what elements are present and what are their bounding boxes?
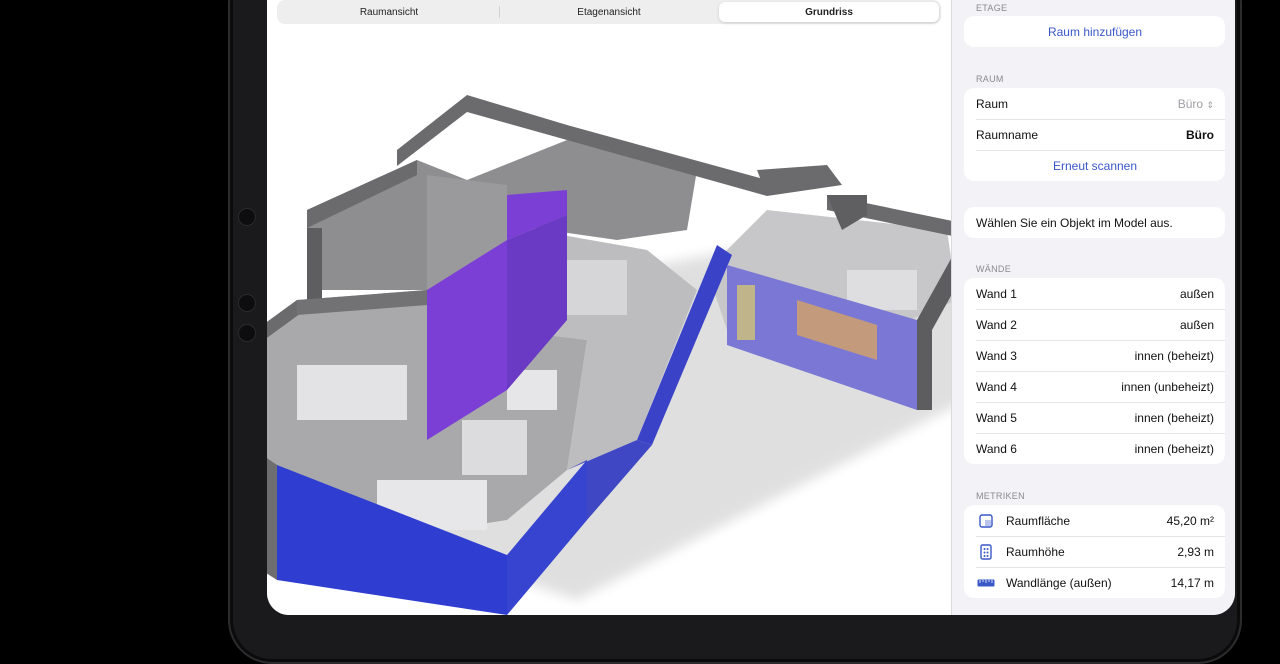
wall-type: außen (1179, 286, 1214, 301)
wall-row[interactable]: Wand 3 innen (beheizt) (964, 340, 1225, 371)
sensor-dot-icon (238, 324, 256, 342)
room-picker-value[interactable]: Büro ⇕ (1178, 97, 1214, 111)
wall-row[interactable]: Wand 4 innen (unbeheizt) (964, 371, 1225, 402)
model-viewport[interactable]: Raumansicht Etagenansicht Grundriss (267, 0, 967, 615)
wall-type: innen (beheizt) (1134, 348, 1214, 363)
select-object-hint: Wählen Sie ein Objekt im Model aus. (976, 215, 1173, 230)
metrics-card: Raumfläche 45,20 m² Raumhöhe 2,93 m Wand… (964, 505, 1225, 598)
metric-label: Wandlänge (außen) (1006, 575, 1112, 590)
metric-row-height: Raumhöhe 2,93 m (964, 536, 1225, 567)
section-label-metriken: METRIKEN (976, 491, 1025, 501)
metric-row-wall-length: Wandlänge (außen) 14,17 m (964, 567, 1225, 598)
section-label-etage: ETAGE (976, 3, 1008, 13)
wall-label: Wand 4 (976, 379, 1017, 394)
wall-type: innen (unbeheizt) (1121, 379, 1214, 394)
hint-card: Wählen Sie ein Objekt im Model aus. (964, 207, 1225, 238)
wall-label: Wand 5 (976, 410, 1017, 425)
wall-type: innen (beheizt) (1134, 410, 1214, 425)
wall-label: Wand 1 (976, 286, 1017, 301)
furniture-cabinet (462, 420, 527, 475)
wall-type: außen (1179, 317, 1214, 332)
etage-card: Raum hinzufügen (964, 16, 1225, 47)
room-picker-selected: Büro (1177, 96, 1204, 111)
metric-label: Raumfläche (1006, 513, 1071, 528)
area-icon (976, 513, 996, 529)
furniture-sofa (297, 365, 407, 420)
door-tan (737, 285, 755, 340)
chevron-updown-icon: ⇕ (1206, 99, 1214, 110)
wall-label: Wand 6 (976, 441, 1017, 456)
wall-row[interactable]: Wand 1 außen (964, 278, 1225, 309)
wall-gray (757, 165, 842, 196)
metric-value: 45,20 m² (1166, 513, 1214, 528)
add-room-button[interactable]: Raum hinzufügen (964, 16, 1225, 47)
room-picker-label: Raum (976, 96, 1009, 111)
walls-card: Wand 1 außen Wand 2 außen Wand 3 innen (beh… (964, 278, 1225, 464)
tab-etagenansicht[interactable]: Etagenansicht (499, 2, 719, 22)
room-name-value[interactable]: Büro (1186, 128, 1214, 142)
inspector-panel: ETAGE Raum hinzufügen RAUM Raum Büro ⇕ R… (951, 0, 1235, 615)
room-picker-row[interactable]: Raum Büro ⇕ (964, 88, 1225, 119)
ruler-icon (976, 575, 996, 591)
wall-label: Wand 3 (976, 348, 1017, 363)
camera-dot-icon (238, 208, 256, 226)
section-label-raum: RAUM (976, 74, 1004, 84)
metric-label: Raumhöhe (1006, 544, 1065, 559)
room-name-label: Raumname (976, 127, 1039, 142)
metric-row-area: Raumfläche 45,20 m² (964, 505, 1225, 536)
wall-row[interactable]: Wand 6 innen (beheizt) (964, 433, 1225, 464)
app-screen: Raumansicht Etagenansicht Grundriss ETAG… (267, 0, 1235, 615)
section-label-waende: WÄNDE (976, 264, 1011, 274)
wall-row[interactable]: Wand 5 innen (beheizt) (964, 402, 1225, 433)
metric-value: 2,93 m (1177, 544, 1214, 559)
wall-row[interactable]: Wand 2 außen (964, 309, 1225, 340)
room-name-row[interactable]: Raumname Büro (964, 119, 1225, 150)
rescan-button[interactable]: Erneut scannen (964, 150, 1225, 181)
wall-type: innen (beheizt) (1134, 441, 1214, 456)
raum-card: Raum Büro ⇕ Raumname Büro Erneut scannen (964, 88, 1225, 181)
height-icon (976, 543, 996, 560)
wall-gray (307, 228, 322, 300)
sensor-dot-icon (238, 294, 256, 312)
view-segmented-control: Raumansicht Etagenansicht Grundriss (277, 0, 941, 24)
floorplan-3d-model[interactable] (267, 80, 967, 615)
tab-grundriss[interactable]: Grundriss (719, 2, 939, 22)
metric-value: 14,17 m (1170, 575, 1214, 590)
wall-label: Wand 2 (976, 317, 1017, 332)
tab-raumansicht[interactable]: Raumansicht (279, 2, 499, 22)
